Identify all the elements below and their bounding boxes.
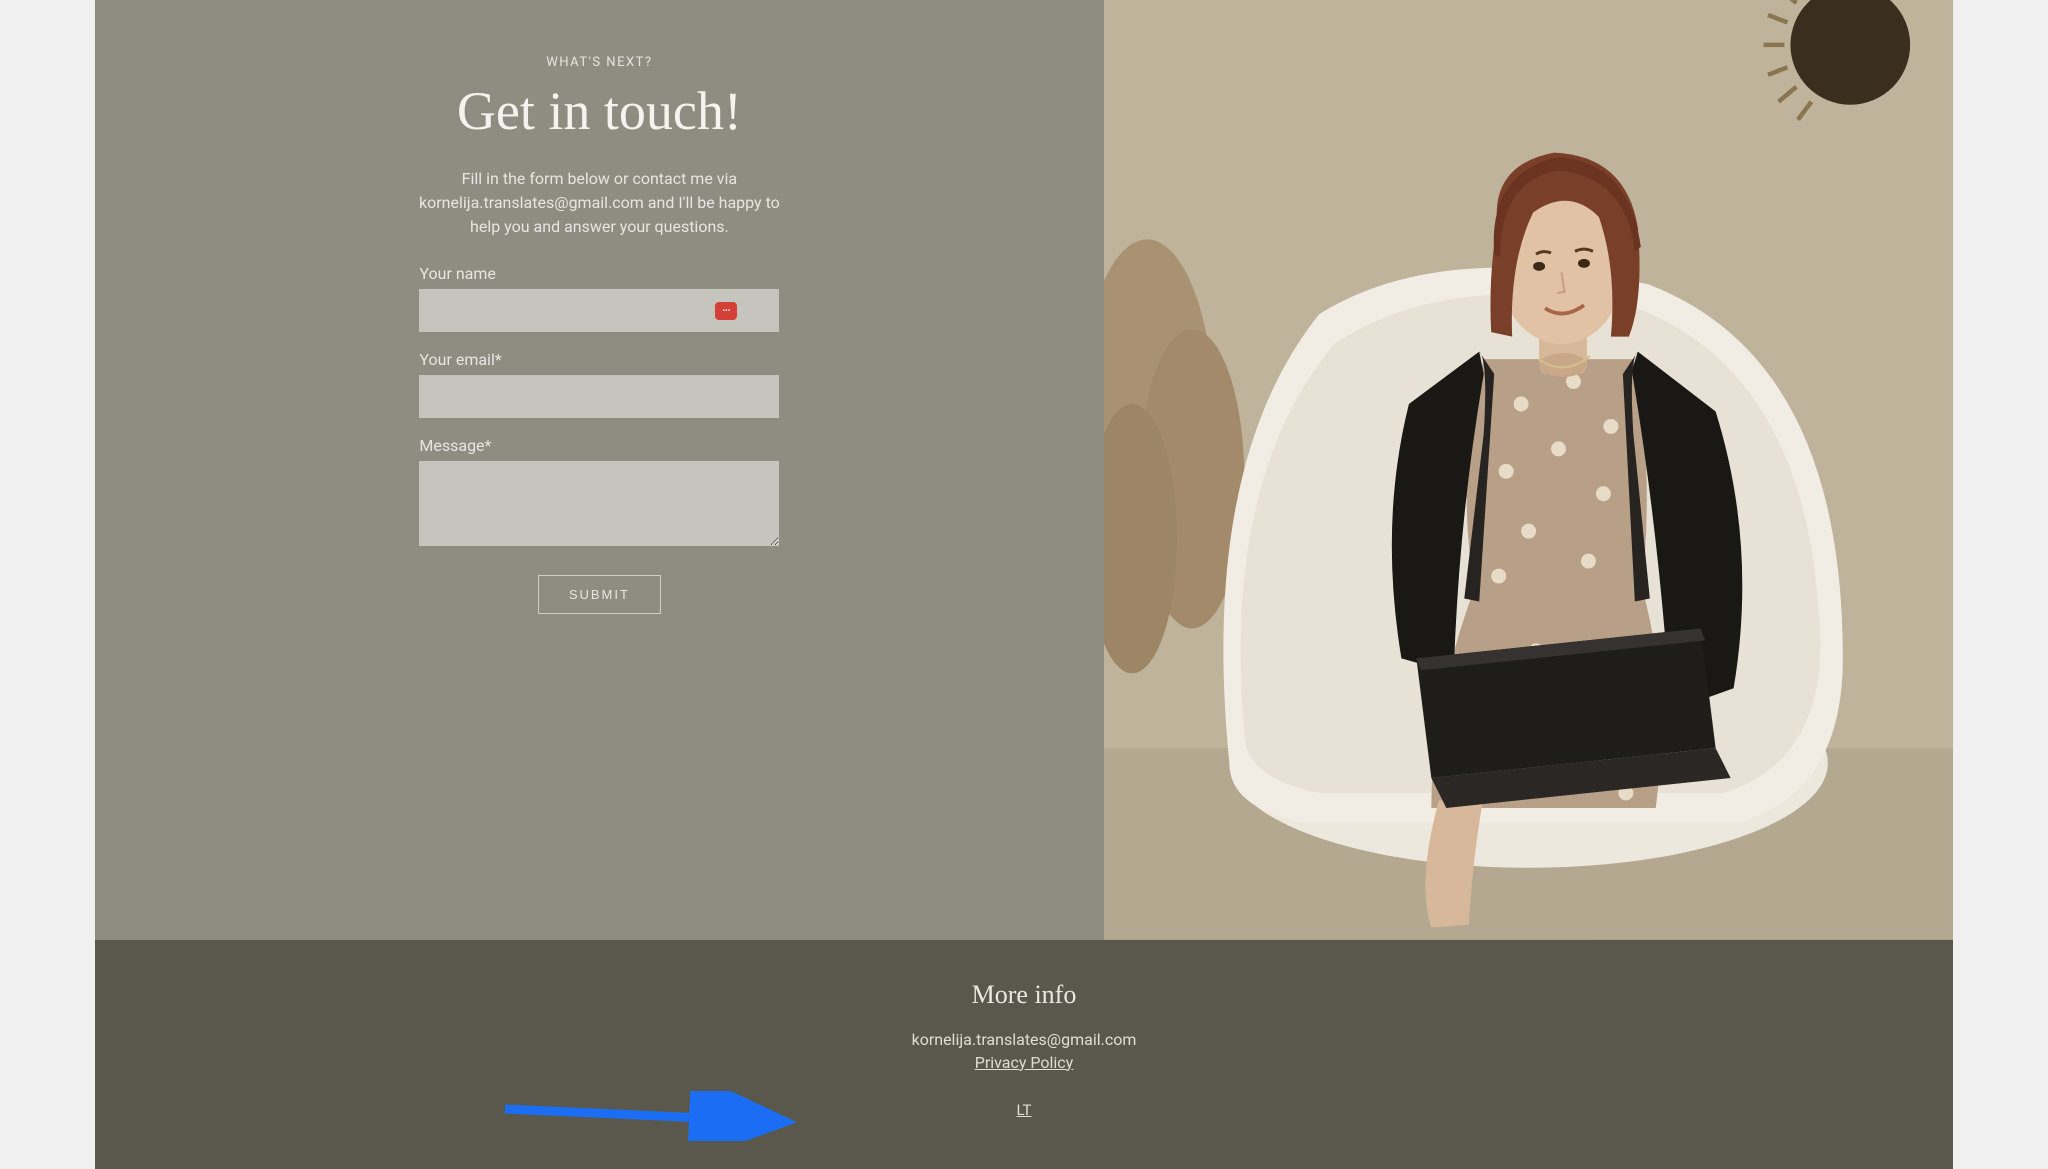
name-label: Your name: [419, 264, 779, 283]
email-input[interactable]: [419, 375, 779, 418]
message-textarea[interactable]: [419, 461, 779, 546]
privacy-policy-link[interactable]: Privacy Policy: [975, 1053, 1074, 1072]
language-link-lt[interactable]: LT: [1016, 1101, 1031, 1119]
hero-image: [1104, 0, 1953, 940]
footer-email: kornelija.translates@gmail.com: [115, 1030, 1933, 1049]
form-column: WHAT'S NEXT? Get in touch! Fill in the f…: [95, 0, 1104, 940]
eyebrow-text: WHAT'S NEXT?: [546, 55, 652, 70]
password-manager-icon[interactable]: [715, 302, 737, 320]
email-field-group: Your email*: [419, 350, 779, 418]
message-field-group: Message*: [419, 436, 779, 550]
email-label: Your email*: [419, 350, 779, 369]
footer-section: More info kornelija.translates@gmail.com…: [95, 940, 1953, 1169]
submit-button[interactable]: SUBMIT: [538, 575, 661, 614]
contact-form: Your name Your email* Message* SUBMIT: [419, 264, 779, 614]
footer-heading: More info: [115, 980, 1933, 1010]
name-field-group: Your name: [419, 264, 779, 332]
page-title: Get in touch!: [457, 80, 742, 142]
hero-section: WHAT'S NEXT? Get in touch! Fill in the f…: [95, 0, 1953, 940]
message-label: Message*: [419, 436, 779, 455]
intro-text: Fill in the form below or contact me via…: [409, 167, 789, 239]
